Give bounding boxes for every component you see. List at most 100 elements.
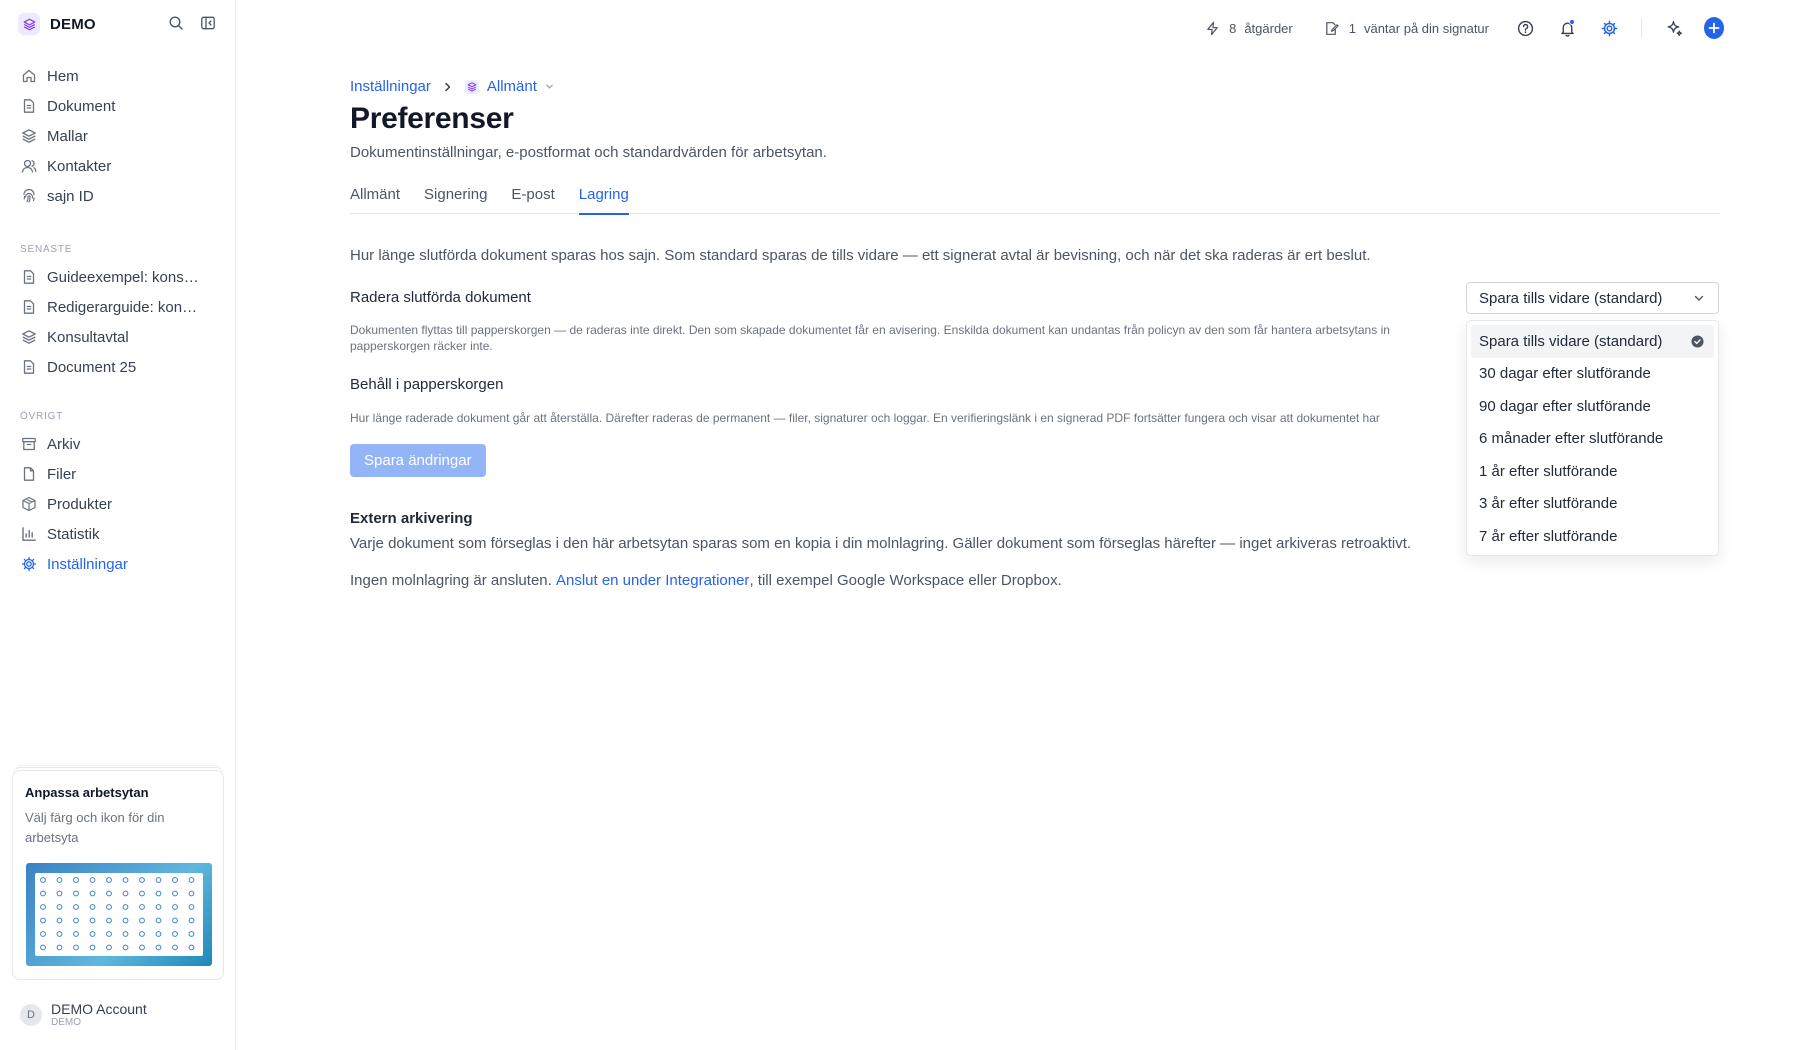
recent-item[interactable]: Document 25 [12, 352, 223, 382]
tab-lagring[interactable]: Lagring [578, 184, 629, 215]
retention-option-label: 7 år efter slutförande [1479, 527, 1618, 545]
settings-gear-icon[interactable] [1599, 18, 1619, 38]
sidebar-item-kontakter[interactable]: Kontakter [12, 151, 223, 181]
retention-select[interactable]: Spara tills vidare (standard) [1466, 282, 1719, 314]
recent-item[interactable]: Guideexempel: kons… [12, 262, 223, 292]
preview-icon [56, 931, 63, 937]
cloud-status-suffix: , till exempel Google Workspace eller Dr… [749, 572, 1062, 589]
sidebar-item-installningar[interactable]: Inställningar [12, 549, 223, 579]
actions-link[interactable]: 8 åtgärder [1203, 19, 1293, 37]
preview-icon [155, 890, 162, 897]
sidebar-item-statistik[interactable]: Statistik [12, 519, 223, 549]
preview-icon [188, 917, 195, 924]
preview-icon [172, 890, 178, 897]
sidebar-item-dokument[interactable]: Dokument [12, 91, 223, 121]
preview-icon [73, 904, 79, 910]
preview-icon [172, 944, 178, 951]
sidebar-item-produkter[interactable]: Produkter [12, 489, 223, 519]
notification-dot [1569, 19, 1575, 25]
tab-e-post[interactable]: E-post [511, 184, 554, 214]
sidebar-item-label: Inställningar [47, 555, 128, 573]
preview-icon [106, 904, 112, 910]
retention-option[interactable]: 3 år efter slutförande [1471, 488, 1714, 521]
promo-title: Anpassa arbetsytan [25, 785, 149, 800]
workspace-name: DEMO [50, 15, 96, 33]
actions-label: åtgärder [1244, 20, 1293, 36]
recent-item[interactable]: Konsultavtal [12, 322, 223, 352]
signature-link[interactable]: 1 väntar på din signatur [1323, 19, 1489, 37]
preview-icon [188, 944, 195, 951]
customize-workspace-card[interactable]: Anpassa arbetsytan Välj färg och ikon fö… [12, 770, 224, 980]
help-icon[interactable] [1515, 18, 1535, 38]
preview-icon [122, 877, 129, 883]
external-archiving-title: Extern arkivering [350, 510, 473, 527]
tab-allmant[interactable]: Allmänt [350, 184, 400, 214]
box-icon [20, 496, 37, 513]
preview-icon [89, 931, 96, 937]
trash-retention-hint: Hur länge raderade dokument går att åter… [350, 411, 1380, 425]
avatar: D [20, 1004, 42, 1026]
preview-icon [139, 890, 145, 897]
retention-option[interactable]: Spara tills vidare (standard) [1471, 325, 1714, 358]
sidebar-item-hem[interactable]: Hem [12, 61, 223, 91]
preview-icon [40, 904, 46, 910]
search-icon[interactable] [167, 14, 185, 32]
recent-item-label: Redigerarguide: kon… [47, 298, 198, 316]
retention-option[interactable]: 1 år efter slutförande [1471, 455, 1714, 488]
recent-item-label: Document 25 [47, 358, 137, 376]
save-changes-button[interactable]: Spara ändringar [350, 444, 486, 477]
sidebar-toggle-icon[interactable] [199, 14, 217, 32]
breadcrumb-root-link[interactable]: Inställningar [350, 78, 431, 95]
retention-option-label: 3 år efter slutförande [1479, 495, 1618, 513]
preview-icon [139, 877, 145, 883]
preview-icon [155, 931, 162, 937]
retention-option[interactable]: 30 dagar efter slutförande [1471, 358, 1714, 391]
retention-select-value: Spara tills vidare (standard) [1479, 289, 1663, 307]
recent-item[interactable]: Redigerarguide: kon… [12, 292, 223, 322]
preview-icon [172, 931, 178, 937]
signature-label: väntar på din signatur [1363, 20, 1489, 36]
retention-option[interactable]: 6 månader efter slutförande [1471, 423, 1714, 456]
preview-icon [106, 917, 112, 924]
integrations-link[interactable]: Anslut en under Integrationer [556, 572, 749, 589]
preview-icon [89, 890, 96, 897]
preview-icon [40, 877, 46, 883]
preview-icon [56, 917, 63, 924]
preview-icon [89, 877, 96, 883]
cloud-status-prefix: Ingen molnlagring är ansluten. [350, 572, 556, 589]
chevron-down-icon[interactable] [545, 82, 555, 92]
bell-icon[interactable] [1557, 18, 1577, 38]
preview-icon [188, 890, 195, 897]
sidebar-item-sajn-id[interactable]: sajn ID [12, 181, 223, 211]
breadcrumb: Inställningar Allmänt [350, 78, 555, 95]
layers-icon [20, 329, 37, 346]
workspace-switcher[interactable]: DEMO [18, 13, 96, 35]
retention-option[interactable]: 90 dagar efter slutförande [1471, 390, 1714, 423]
contacts-icon [20, 158, 37, 175]
tab-signering[interactable]: Signering [424, 184, 487, 214]
preview-icon [122, 904, 129, 910]
chevron-down-icon [1692, 291, 1706, 309]
preview-icon [106, 944, 112, 951]
retention-option[interactable]: 7 år efter slutförande [1471, 520, 1714, 553]
sparkle-icon[interactable] [1664, 18, 1684, 38]
preview-icon [73, 931, 79, 937]
preview-icon [73, 877, 79, 883]
sidebar-item-arkiv[interactable]: Arkiv [12, 429, 223, 459]
sidebar-item-label: Hem [47, 67, 79, 85]
sidebar-item-mallar[interactable]: Mallar [12, 121, 223, 151]
top-bar: 8 åtgärder 1 väntar på din signatur [1173, 16, 1724, 40]
check-circle-icon [1691, 335, 1704, 352]
breadcrumb-current-link[interactable]: Allmänt [487, 78, 537, 95]
sidebar-item-filer[interactable]: Filer [12, 459, 223, 489]
retention-option-label: 90 dagar efter slutförande [1479, 397, 1651, 415]
cloud-storage-status: Ingen molnlagring är ansluten. Anslut en… [350, 572, 1062, 589]
preview-icon [172, 904, 178, 910]
create-new-button[interactable] [1704, 17, 1724, 39]
sidebar-item-label: Dokument [47, 97, 116, 115]
page-subtitle: Dokumentinställningar, e-postformat och … [350, 144, 827, 161]
preview-icon [172, 917, 178, 924]
preview-icon [40, 917, 46, 924]
preview-icon [122, 944, 129, 951]
account-menu[interactable]: D DEMO Account DEMO [20, 1002, 147, 1028]
